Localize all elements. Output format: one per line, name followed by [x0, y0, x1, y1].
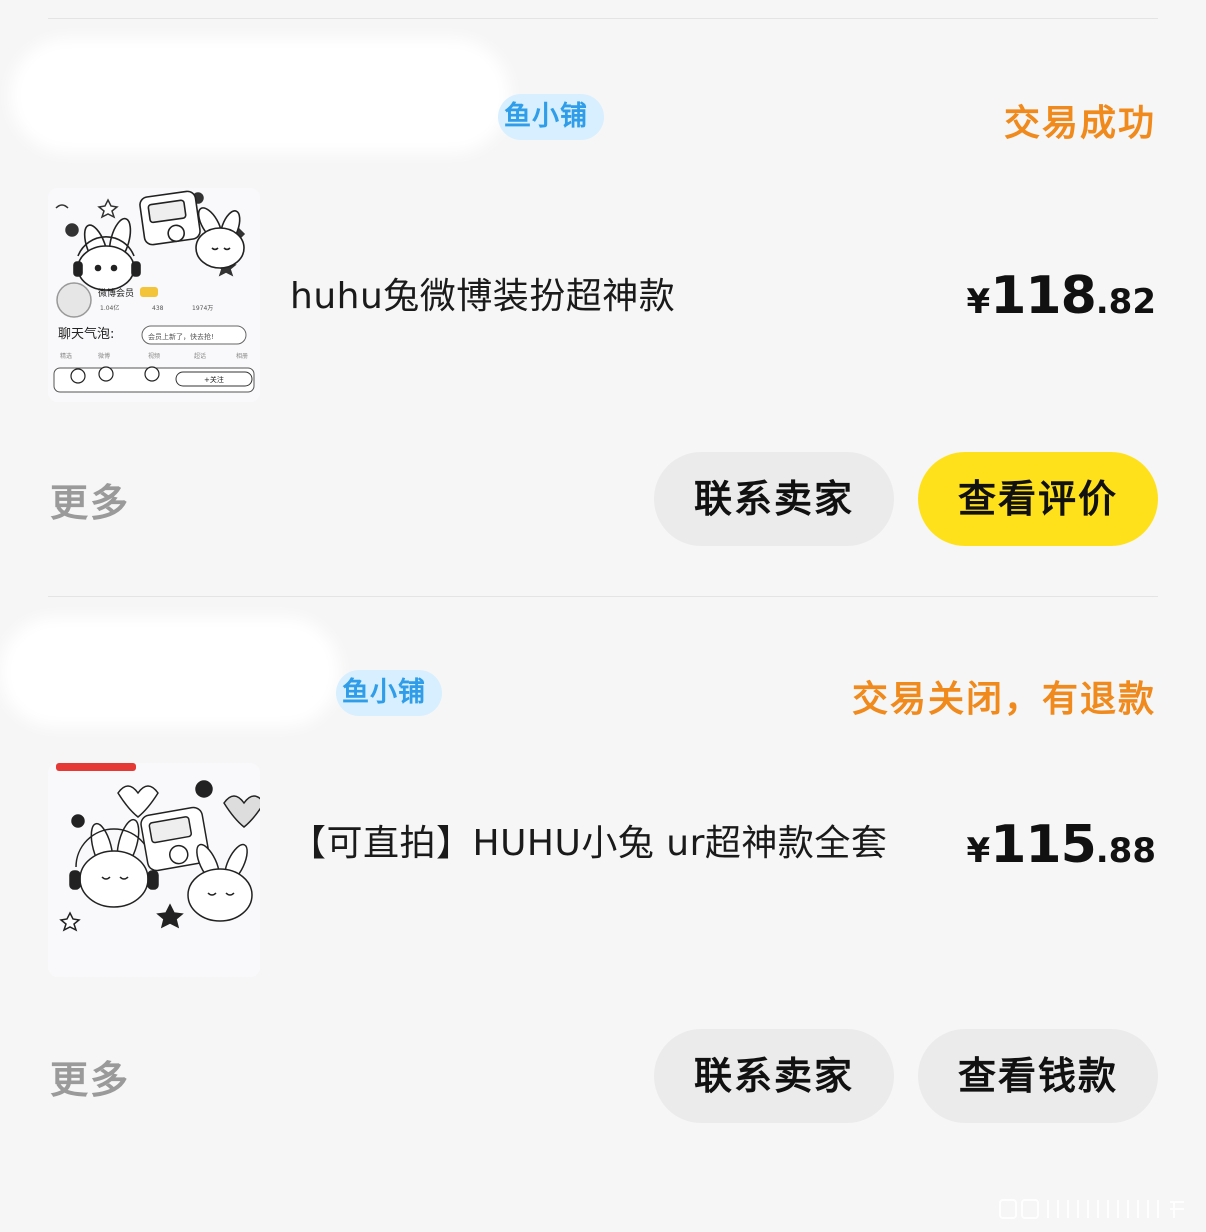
svg-text:1.04亿: 1.04亿	[100, 304, 119, 312]
order-status: 交易关闭，有退款	[851, 679, 1156, 720]
product-price: ¥115.88	[967, 815, 1156, 875]
price-currency: ¥	[966, 831, 991, 871]
shop-badge[interactable]: 鱼小铺	[336, 670, 442, 716]
product-thumbnail[interactable]: 微博会员 1.04亿 438 1974万 聊天气泡: 会员上新了，快去抢! 精选…	[48, 188, 260, 402]
more-link[interactable]: 更多	[50, 1049, 130, 1104]
price-integer: 118	[990, 266, 1097, 326]
product-thumbnail[interactable]	[48, 763, 260, 977]
price-decimal: .82	[1095, 282, 1156, 322]
svg-text:相册: 相册	[236, 352, 248, 360]
svg-text:+关注: +关注	[204, 375, 224, 384]
seller-name-redacted	[10, 38, 510, 153]
contact-seller-button[interactable]: 联系卖家	[654, 1029, 894, 1123]
order-status: 交易成功	[1003, 103, 1156, 144]
order-card: 鱼小铺 交易成功 微博会员 1.04亿 438 1974万 聊天气泡: 会员上新…	[0, 0, 1206, 596]
product-title[interactable]: 【可直拍】HUHU小兔 ur超神款全套	[290, 817, 950, 871]
watermark-icon	[999, 1199, 1184, 1219]
svg-text:438: 438	[152, 305, 164, 312]
product-title[interactable]: huhu兔微博装扮超神款	[290, 270, 850, 324]
svg-text:视频: 视频	[148, 352, 160, 360]
shop-badge[interactable]: 鱼小铺	[498, 94, 604, 140]
price-decimal: .88	[1095, 831, 1156, 871]
order-card: 鱼小铺 交易关闭，有退款 【可直拍】HUHU小兔 ur超神款全套 ¥115.88…	[0, 597, 1206, 1232]
svg-text:聊天气泡:: 聊天气泡:	[58, 326, 114, 342]
view-review-button[interactable]: 查看评价	[918, 452, 1158, 546]
contact-seller-button[interactable]: 联系卖家	[654, 452, 894, 546]
price-integer: 115	[990, 815, 1097, 875]
svg-text:微博会员: 微博会员	[98, 287, 134, 299]
svg-text:1974万: 1974万	[192, 305, 213, 312]
svg-text:微博: 微博	[98, 352, 110, 360]
product-price: ¥118.82	[967, 266, 1156, 326]
price-currency: ¥	[966, 282, 991, 322]
more-link[interactable]: 更多	[50, 472, 130, 527]
svg-text:精选: 精选	[60, 352, 72, 360]
seller-name-redacted	[0, 617, 340, 727]
view-refund-button[interactable]: 查看钱款	[918, 1029, 1158, 1123]
svg-text:超话: 超话	[194, 352, 206, 360]
svg-text:会员上新了，快去抢!: 会员上新了，快去抢!	[148, 332, 214, 341]
